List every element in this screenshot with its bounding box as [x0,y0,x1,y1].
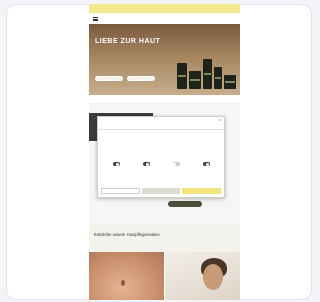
product-bottle [177,63,187,89]
product-jar [189,71,201,89]
content-section: × [89,104,240,224]
photo-grid [89,252,240,300]
cookie-toggles [98,156,224,166]
promo-banner [89,4,240,13]
discover-heading: Entdecke unsere Hautpflegeroutine [89,224,240,252]
toggle-switch[interactable] [172,162,180,166]
hero-button-primary[interactable] [95,76,123,81]
page-screenshot: LIEBE ZUR HAUT × Entdecke unsere Hautpfl… [89,4,240,300]
toggle-switch[interactable] [202,162,210,166]
accept-all-button[interactable] [182,188,222,194]
category-links [89,95,240,104]
hero-title: LIEBE ZUR HAUT [95,38,161,45]
hero-button-secondary[interactable] [127,76,155,81]
section-button[interactable] [168,201,202,207]
product-bottle [203,59,212,89]
cookie-description [98,134,224,156]
cookie-toggle-group [202,160,210,166]
cookie-consent-dialog: × [97,116,225,198]
woman-portrait-photo[interactable] [165,252,240,300]
cookie-toggle-group [142,160,150,166]
belly-photo[interactable] [89,252,164,300]
product-jar [224,75,236,89]
close-icon[interactable]: × [219,119,221,122]
toggle-switch[interactable] [142,162,150,166]
save-selection-button[interactable] [141,188,181,194]
reject-button[interactable] [101,188,140,194]
hero-banner: LIEBE ZUR HAUT [89,24,240,95]
hamburger-icon[interactable] [93,16,98,21]
top-nav [89,13,240,24]
product-tube [214,67,222,89]
cookie-toggle-group [112,160,120,166]
toggle-switch[interactable] [112,162,120,166]
cookie-toggle-group [172,160,180,166]
